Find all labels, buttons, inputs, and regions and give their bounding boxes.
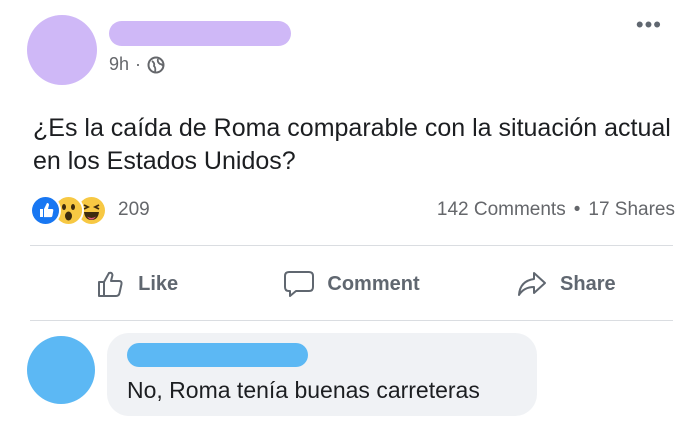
like-label: Like	[138, 272, 179, 295]
commenter-name-redacted[interactable]	[127, 343, 308, 367]
reaction-icons[interactable]	[30, 195, 107, 226]
comment-bubble: No, Roma tenía buenas carreteras	[107, 333, 537, 416]
post-options-button[interactable]: •••	[636, 12, 662, 38]
share-button[interactable]: Share	[459, 258, 673, 310]
post-author-avatar[interactable]	[27, 15, 97, 85]
comment-bubble-icon	[284, 271, 315, 297]
like-icon	[30, 195, 61, 226]
reactions-count[interactable]: 209	[118, 199, 150, 221]
post-meta: 9h ·	[109, 54, 165, 75]
divider-bottom	[30, 320, 673, 321]
commenter-avatar[interactable]	[27, 336, 95, 404]
post-author-name-redacted[interactable]	[109, 21, 291, 46]
engagement-separator: •	[573, 199, 581, 220]
engagement-summary: 142 Comments • 17 Shares	[437, 199, 675, 221]
reactions-row: 209 142 Comments • 17 Shares	[30, 195, 675, 227]
meta-separator: ·	[135, 54, 142, 74]
share-label: Share	[560, 272, 616, 295]
divider-top	[30, 245, 673, 246]
like-button[interactable]: Like	[30, 258, 244, 310]
post-timestamp[interactable]: 9h	[109, 54, 129, 75]
globe-icon	[147, 56, 165, 74]
comment-label: Comment	[327, 272, 420, 295]
share-arrow-icon	[518, 272, 547, 296]
post-actions-bar: Like Comment Share	[30, 258, 673, 310]
comment-text: No, Roma tenía buenas carreteras	[127, 377, 480, 403]
shares-count-link[interactable]: 17 Shares	[588, 199, 675, 220]
thumbs-up-icon	[98, 271, 123, 297]
comment-button[interactable]: Comment	[244, 258, 458, 310]
post-text: ¿Es la caída de Roma comparable con la s…	[33, 114, 671, 175]
comments-count-link[interactable]: 142 Comments	[437, 199, 566, 220]
